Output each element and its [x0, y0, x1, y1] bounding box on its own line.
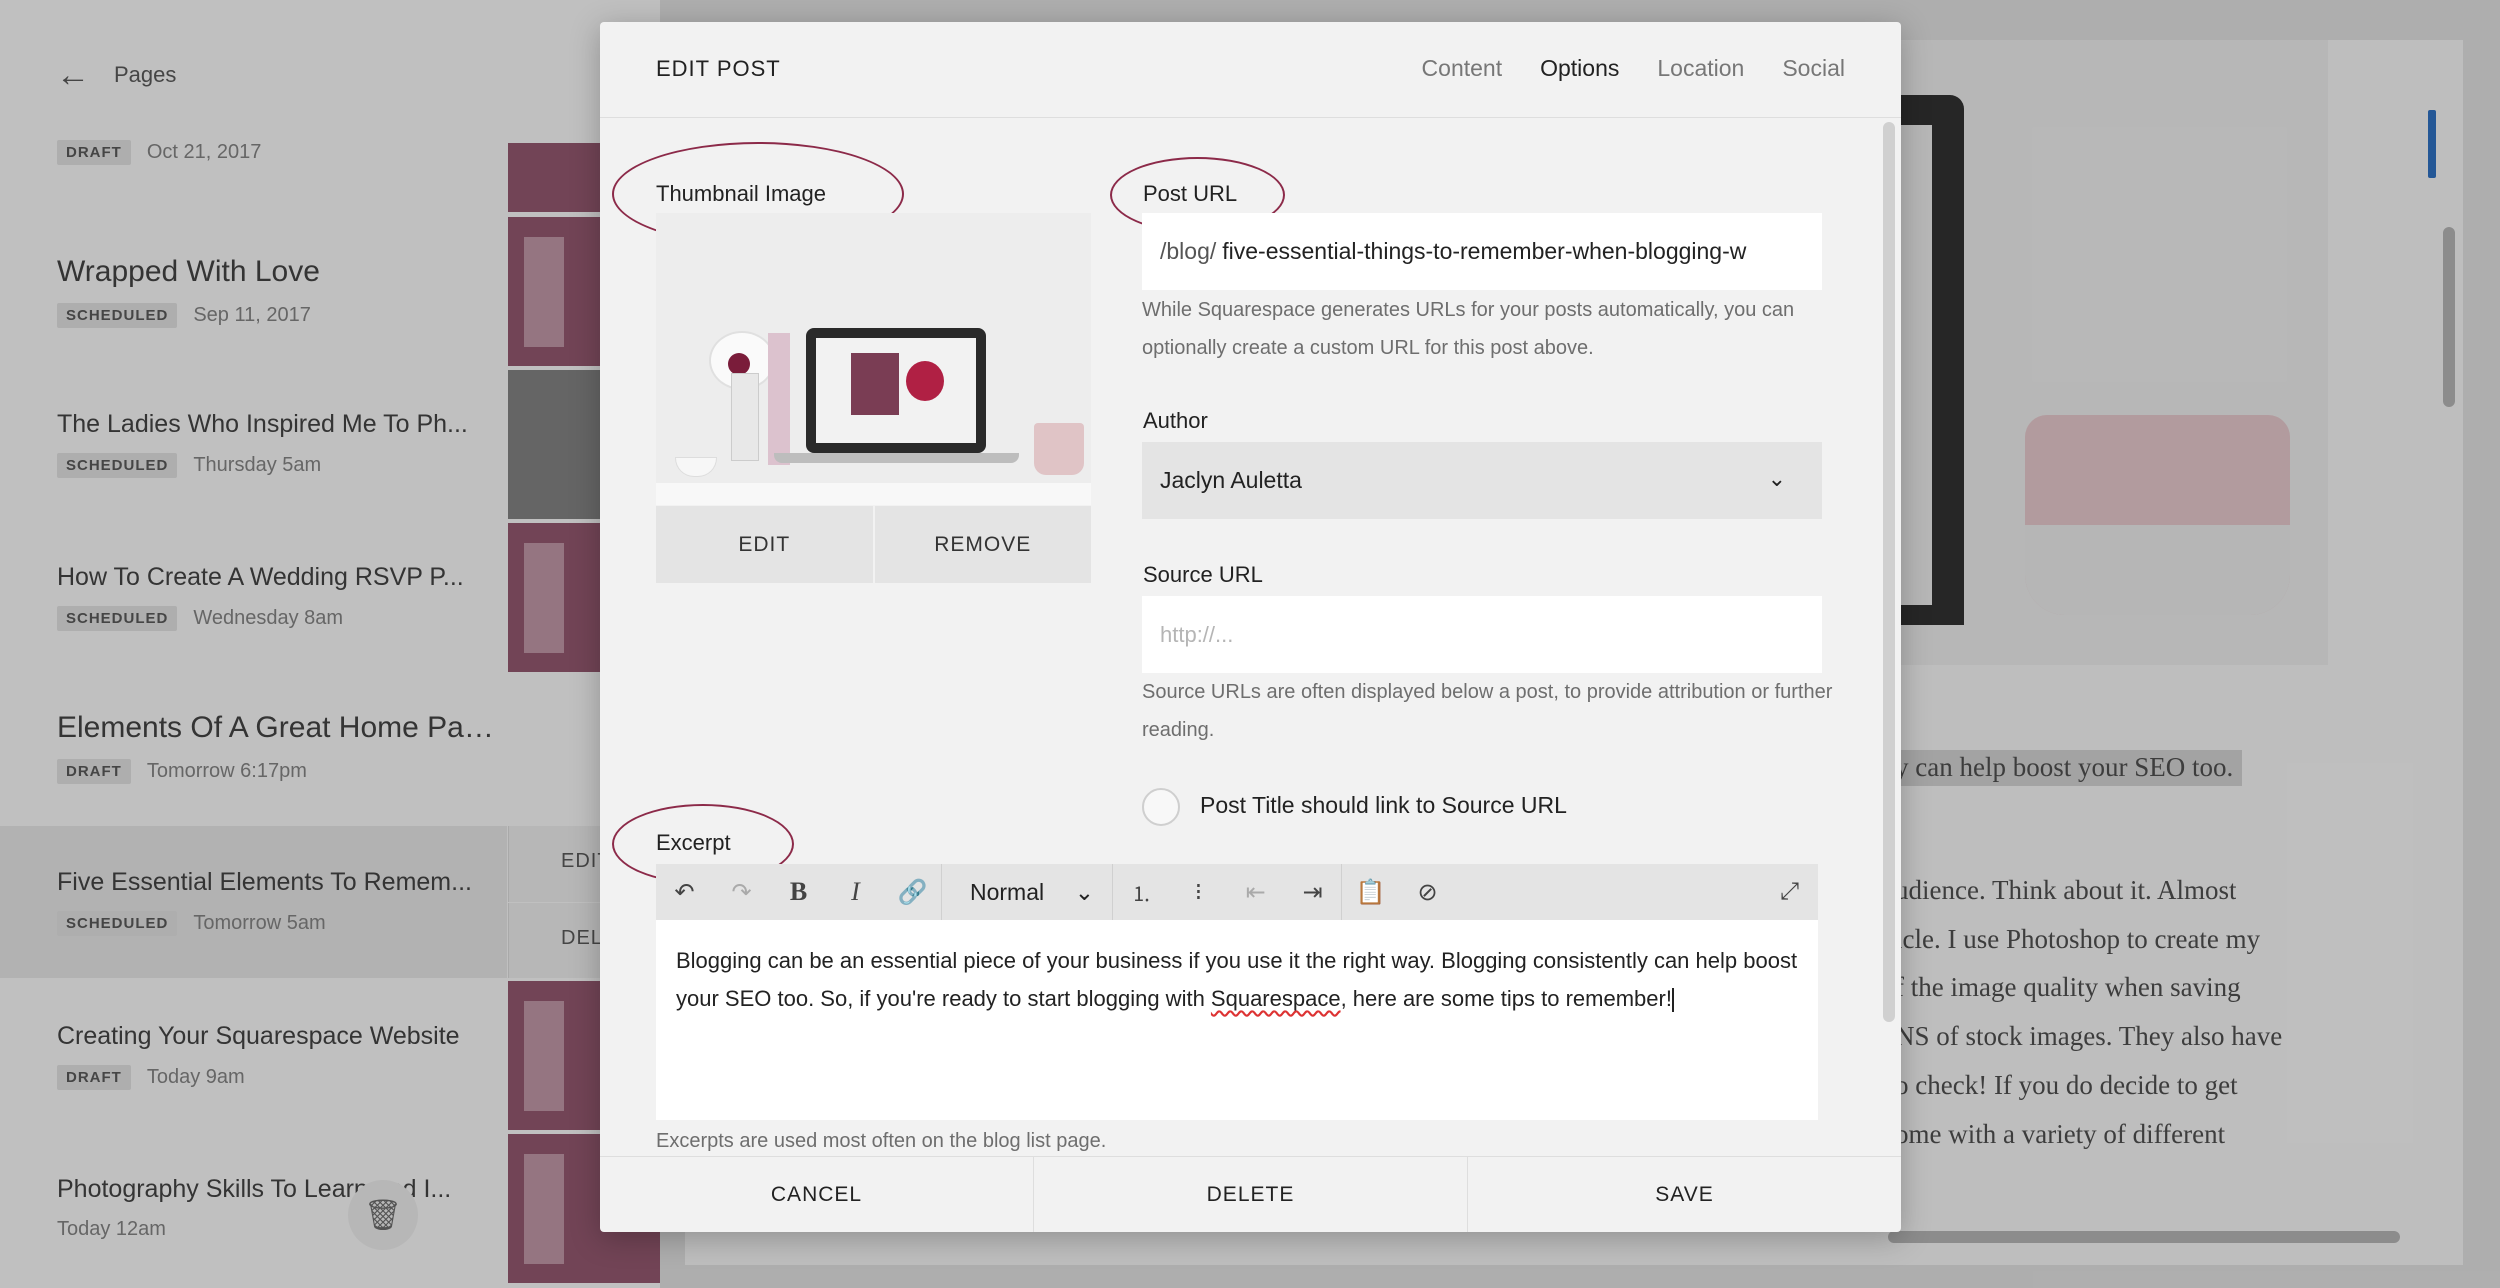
edit-thumbnail-button[interactable]: EDIT: [656, 506, 873, 583]
format-select[interactable]: Normal ⌄: [942, 864, 1112, 920]
author-value: Jaclyn Auletta: [1160, 467, 1302, 493]
dialog-footer: CANCEL DELETE SAVE: [600, 1156, 1901, 1232]
tab-social[interactable]: Social: [1782, 55, 1845, 82]
post-url-field[interactable]: /blog/ five-essential-things-to-remember…: [1142, 213, 1822, 290]
source-url-help: Source URLs are often displayed below a …: [1142, 681, 1833, 741]
source-url-label: Source URL: [1143, 562, 1263, 587]
misspelled-word: Squarespace: [1210, 986, 1341, 1011]
dialog-scrollbar[interactable]: [1883, 122, 1895, 1022]
link-to-source-radio[interactable]: [1142, 788, 1180, 826]
clear-format-icon[interactable]: ⊘: [1399, 864, 1456, 920]
post-url-help: While Squarespace generates URLs for you…: [1142, 299, 1795, 359]
link-to-source-label: Post Title should link to Source URL: [1200, 792, 1567, 818]
cancel-button[interactable]: CANCEL: [600, 1157, 1034, 1232]
redo-icon[interactable]: ↷: [713, 864, 770, 920]
text-caret: [1671, 988, 1674, 1013]
bullet-list-icon[interactable]: ⁝: [1170, 864, 1227, 920]
format-value: Normal: [970, 878, 1045, 905]
excerpt-text-after: , here are some tips to remember!: [1340, 986, 1672, 1011]
url-prefix: /blog/: [1160, 238, 1217, 264]
excerpt-label: Excerpt: [656, 830, 731, 855]
thumbnail-image: [656, 213, 1091, 505]
paste-icon[interactable]: 📋: [1342, 864, 1399, 920]
post-url-label: Post URL: [1143, 181, 1238, 206]
outdent-icon[interactable]: ⇤: [1227, 864, 1284, 920]
chevron-down-icon: ⌄: [1074, 878, 1094, 905]
tab-location[interactable]: Location: [1657, 55, 1744, 82]
chevron-down-icon: ⌄: [1767, 466, 1786, 491]
url-slug: five-essential-things-to-remember-when-b…: [1222, 238, 1747, 264]
link-icon[interactable]: 🔗: [884, 864, 941, 920]
dialog-header: EDIT POST Content Options Location Socia…: [600, 22, 1901, 118]
edit-post-dialog: EDIT POST Content Options Location Socia…: [600, 22, 1901, 1232]
source-url-placeholder: http://...: [1160, 621, 1234, 647]
dialog-tabs: Content Options Location Social: [1422, 55, 1845, 82]
undo-icon[interactable]: ↶: [656, 864, 713, 920]
excerpt-editor[interactable]: Blogging can be an essential piece of yo…: [656, 920, 1818, 1120]
source-url-input[interactable]: http://...: [1142, 596, 1822, 673]
tab-options[interactable]: Options: [1540, 55, 1619, 82]
thumbnail-actions: EDIT REMOVE: [656, 506, 1091, 583]
delete-button[interactable]: DELETE: [1034, 1157, 1468, 1232]
excerpt-toolbar: ↶ ↷ B I 🔗 Normal ⌄ ⒈ ⁝ ⇤ ⇥ 📋 ⊘ ⤢: [656, 864, 1818, 920]
thumbnail-label: Thumbnail Image: [656, 181, 826, 206]
author-label: Author: [1143, 408, 1208, 433]
indent-icon[interactable]: ⇥: [1284, 864, 1341, 920]
tab-content[interactable]: Content: [1422, 55, 1503, 82]
dialog-title: EDIT POST: [656, 56, 781, 81]
italic-icon[interactable]: I: [827, 864, 884, 920]
author-select[interactable]: Jaclyn Auletta ⌄: [1142, 442, 1822, 519]
ordered-list-icon[interactable]: ⒈: [1113, 864, 1170, 920]
bold-icon[interactable]: B: [770, 864, 827, 920]
save-button[interactable]: SAVE: [1468, 1157, 1901, 1232]
remove-thumbnail-button[interactable]: REMOVE: [874, 506, 1091, 583]
excerpt-help: Excerpts are used most often on the blog…: [656, 1130, 1107, 1152]
expand-icon[interactable]: ⤢: [1761, 864, 1818, 920]
